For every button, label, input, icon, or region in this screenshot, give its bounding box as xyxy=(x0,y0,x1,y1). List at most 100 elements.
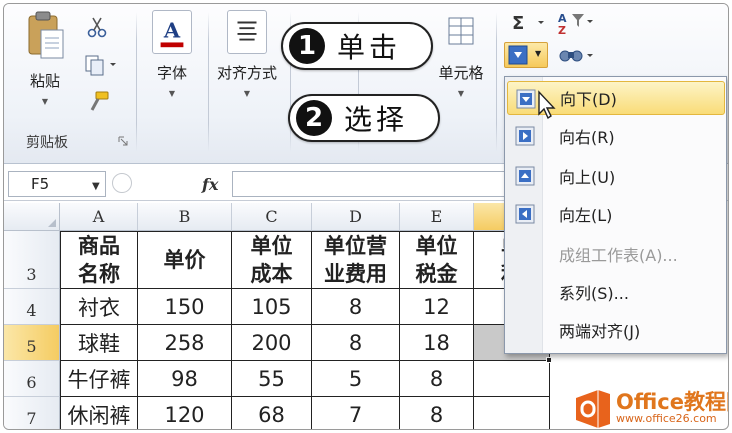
chevron-down-icon[interactable]: ▼ xyxy=(92,181,100,192)
watermark: Office教程网 www.office26.com xyxy=(572,384,728,429)
fill-down-icon xyxy=(516,89,536,109)
insert-function-icon[interactable]: fx xyxy=(202,175,218,194)
column-header-d[interactable]: D xyxy=(312,203,400,231)
cell-e7[interactable]: 8 xyxy=(400,397,474,429)
fill-right-icon xyxy=(515,126,535,146)
alignment-button[interactable]: 对齐方式 ▼ xyxy=(209,10,285,98)
font-label: 字体 xyxy=(156,64,187,82)
cells-button[interactable]: 单元格 ▼ xyxy=(430,10,492,98)
fill-up-icon xyxy=(515,166,535,186)
svg-text:Σ: Σ xyxy=(512,13,524,34)
find-select-icon[interactable] xyxy=(558,44,596,66)
cell-b6[interactable]: 98 xyxy=(138,361,232,397)
paste-label: 粘贴 xyxy=(29,72,60,90)
alignment-label: 对齐方式 xyxy=(216,64,277,82)
menu-item-label: 向上(U) xyxy=(559,168,616,187)
svg-text:Z: Z xyxy=(558,24,566,36)
cell-a4[interactable]: 衬衣 xyxy=(60,289,138,325)
row-header-4[interactable]: 4 xyxy=(4,289,60,325)
cell-a5[interactable]: 球鞋 xyxy=(60,325,138,361)
fill-down-icon xyxy=(508,45,528,65)
chevron-down-icon: ▼ xyxy=(457,89,465,98)
sort-filter-icon[interactable]: A Z xyxy=(556,10,596,36)
fill-handle[interactable] xyxy=(546,357,552,363)
step-text: 选择 xyxy=(344,103,409,136)
cell-e3[interactable]: 单位 税金 xyxy=(400,231,474,289)
menu-item-label: 成组工作表(A)... xyxy=(559,246,678,265)
step-number: 1 xyxy=(289,28,325,64)
cell-c3[interactable]: 单位 成本 xyxy=(232,231,312,289)
cell-c4[interactable]: 105 xyxy=(232,289,312,325)
paste-button[interactable]: 粘贴 ▼ xyxy=(22,10,68,106)
row-header-3[interactable]: 3 xyxy=(4,231,60,289)
chevron-down-icon: ▼ xyxy=(243,89,251,98)
cell-f6[interactable] xyxy=(474,361,550,397)
menu-item-fill-left[interactable]: 向左(L) xyxy=(507,197,725,231)
cell-d5[interactable]: 8 xyxy=(312,325,400,361)
column-header-c[interactable]: C xyxy=(232,203,312,231)
cancel-circle-icon xyxy=(112,173,132,193)
menu-item-label: 向下(D) xyxy=(560,90,617,109)
cells-label: 单元格 xyxy=(438,64,484,82)
menu-item-across-worksheets: 成组工作表(A)... xyxy=(507,237,725,271)
cell-d4[interactable]: 8 xyxy=(312,289,400,325)
chevron-down-icon: ▼ xyxy=(41,97,49,106)
menu-item-justify[interactable]: 两端对齐(J) xyxy=(507,313,725,347)
dialog-launcher-icon[interactable] xyxy=(118,136,128,146)
app-window: 粘贴 ▼ 剪贴板 A 字体 ▼ 对齐方式 ▼ 单元格 ▼ Σ A Z ▼ 1 单… xyxy=(3,3,729,430)
cut-icon[interactable] xyxy=(86,16,108,38)
row-header-7[interactable]: 7 xyxy=(4,397,60,429)
cell-b5[interactable]: 258 xyxy=(138,325,232,361)
step-number: 2 xyxy=(296,100,332,136)
column-header-b[interactable]: B xyxy=(138,203,232,231)
table-top-border xyxy=(60,231,550,232)
cell-e5[interactable]: 18 xyxy=(400,325,474,361)
cell-a3[interactable]: 商品 名称 xyxy=(60,231,138,289)
copy-icon[interactable] xyxy=(84,54,118,76)
cell-d6[interactable]: 5 xyxy=(312,361,400,397)
menu-item-label: 系列(S)... xyxy=(559,284,629,303)
office-logo-icon xyxy=(576,390,610,428)
mouse-pointer-icon xyxy=(538,90,556,120)
cell-b3[interactable]: 单价 xyxy=(138,231,232,289)
menu-item-series[interactable]: 系列(S)... xyxy=(507,275,725,309)
cell-c7[interactable]: 68 xyxy=(232,397,312,429)
cell-a7[interactable]: 休闲裤 xyxy=(60,397,138,429)
paste-icon xyxy=(28,11,64,59)
cell-d7[interactable]: 7 xyxy=(312,397,400,429)
watermark-url: www.office26.com xyxy=(616,412,717,425)
cell-b7[interactable]: 120 xyxy=(138,397,232,429)
cell-e6[interactable]: 8 xyxy=(400,361,474,397)
cell-c6[interactable]: 55 xyxy=(232,361,312,397)
column-header-e[interactable]: E xyxy=(400,203,474,231)
font-button[interactable]: A 字体 ▼ xyxy=(146,10,198,98)
select-all-corner[interactable] xyxy=(4,203,60,231)
menu-item-label: 两端对齐(J) xyxy=(559,322,641,341)
svg-text:A: A xyxy=(163,18,181,43)
chevron-down-icon: ▼ xyxy=(168,89,176,98)
cells-icon xyxy=(448,17,474,45)
menu-item-label: 向右(R) xyxy=(559,128,615,147)
menu-item-fill-right[interactable]: 向右(R) xyxy=(507,119,725,153)
column-header-a[interactable]: A xyxy=(60,203,138,231)
cell-d3[interactable]: 单位营 业费用 xyxy=(312,231,400,289)
cell-c5[interactable]: 200 xyxy=(232,325,312,361)
menu-item-label: 向左(L) xyxy=(559,206,613,225)
format-painter-icon[interactable] xyxy=(86,90,110,114)
cell-b4[interactable]: 150 xyxy=(138,289,232,325)
chevron-down-icon: ▼ xyxy=(535,49,542,58)
step-text: 单击 xyxy=(337,31,402,64)
autosum-icon[interactable]: Σ xyxy=(510,12,548,34)
fill-left-icon xyxy=(515,204,535,224)
clipboard-group-label: 剪贴板 xyxy=(26,135,68,151)
align-icon xyxy=(227,10,267,54)
row-header-6[interactable]: 6 xyxy=(4,361,60,397)
cell-e4[interactable]: 12 xyxy=(400,289,474,325)
cell-a6[interactable]: 牛仔裤 xyxy=(60,361,138,397)
row-header-5[interactable]: 5 xyxy=(4,325,60,361)
cell-f7[interactable] xyxy=(474,397,550,429)
font-color-icon: A xyxy=(152,10,192,54)
fill-button[interactable]: ▼ xyxy=(504,42,548,68)
menu-item-fill-up[interactable]: 向上(U) xyxy=(507,159,725,193)
callout-step-2: 2 选择 xyxy=(288,94,440,142)
